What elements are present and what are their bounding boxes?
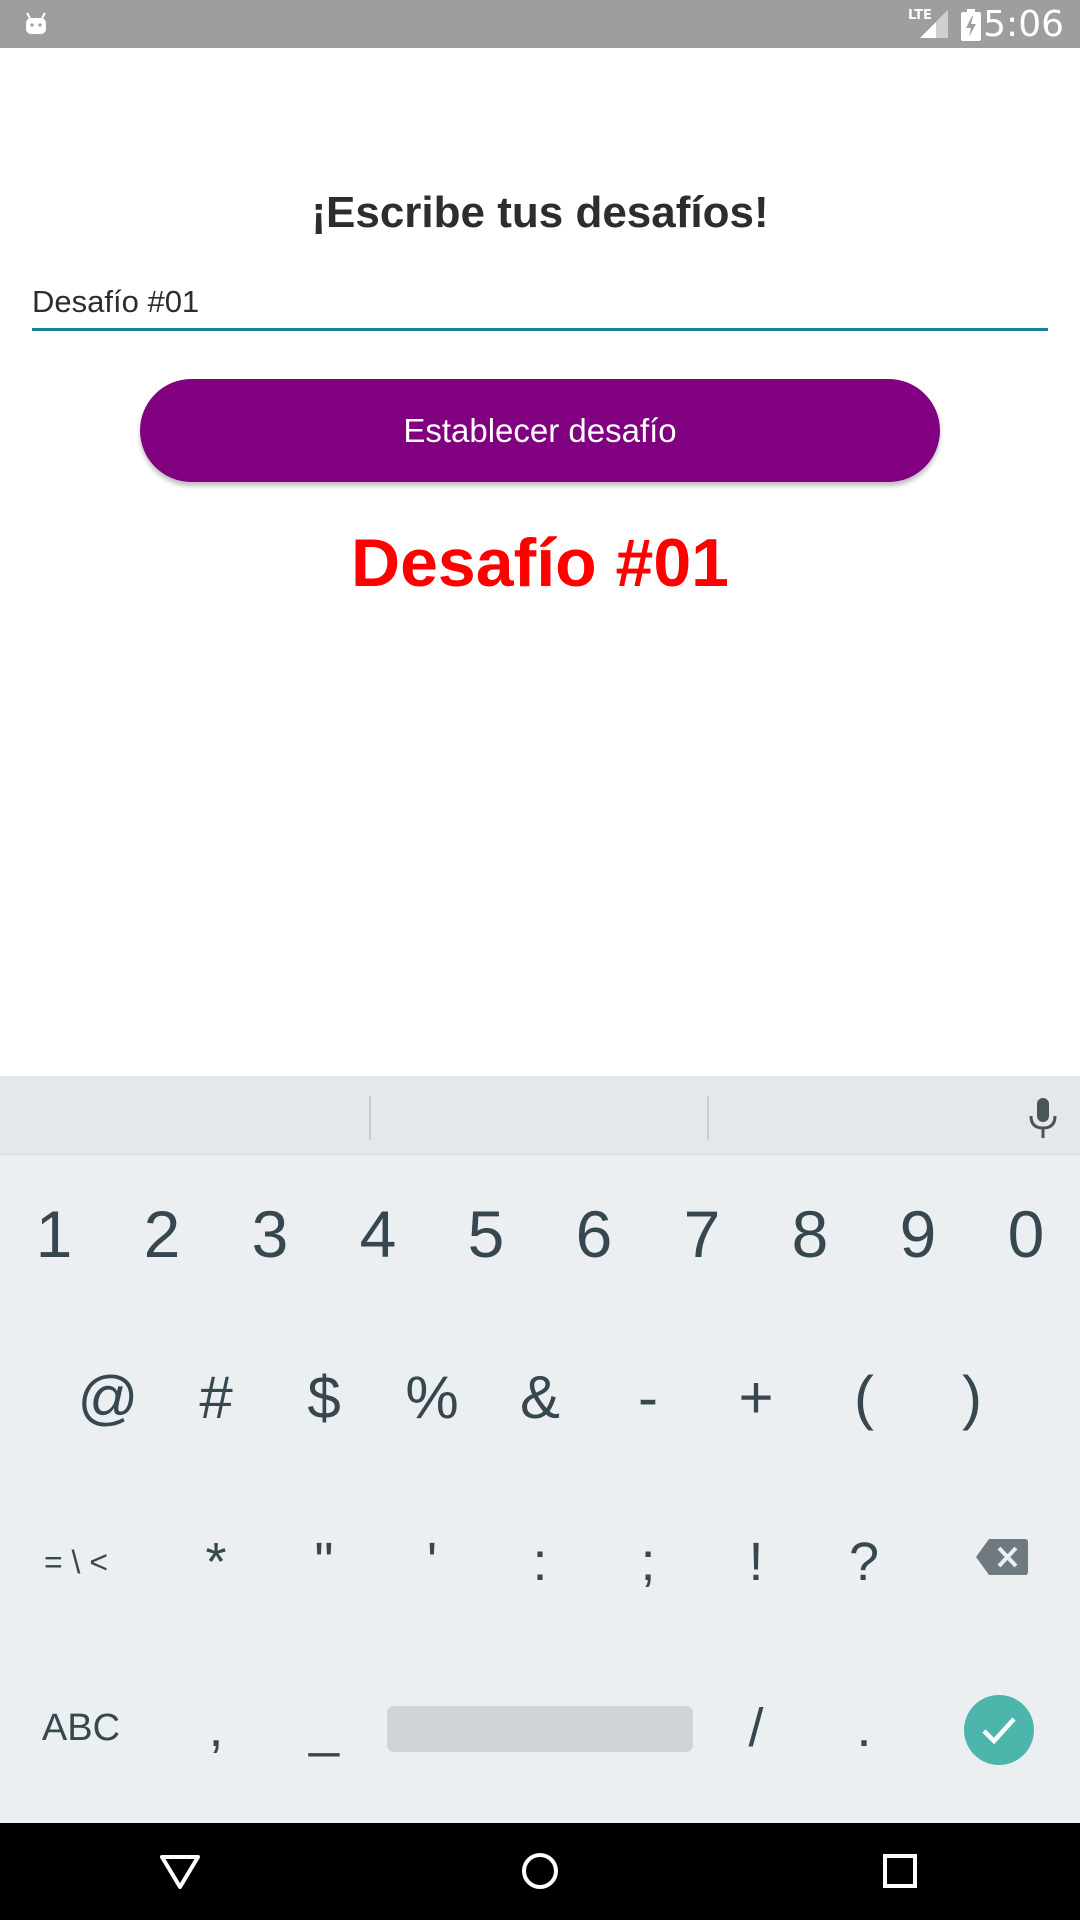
key-plus[interactable]: + bbox=[702, 1358, 810, 1438]
backspace-icon[interactable] bbox=[975, 1537, 1029, 1577]
key-4[interactable]: 4 bbox=[324, 1194, 432, 1274]
key-underscore[interactable]: _ bbox=[270, 1688, 378, 1768]
key-5[interactable]: 5 bbox=[432, 1194, 540, 1274]
key-minus[interactable]: - bbox=[594, 1358, 702, 1438]
challenge-display: Desafío #01 bbox=[351, 525, 729, 601]
set-challenge-button[interactable]: Establecer desafío bbox=[140, 379, 940, 482]
enter-check-icon bbox=[982, 1717, 1016, 1745]
status-time: 5:06 bbox=[983, 4, 1064, 45]
network-type: LTE bbox=[908, 8, 932, 23]
enter-key[interactable] bbox=[964, 1695, 1034, 1765]
page-title: ¡Escribe tus desafíos! bbox=[311, 188, 769, 237]
key-ampersand[interactable]: & bbox=[486, 1358, 594, 1438]
key-hash[interactable]: # bbox=[162, 1358, 270, 1438]
key-abc[interactable]: ABC bbox=[26, 1688, 136, 1768]
key-open-paren[interactable]: ( bbox=[810, 1358, 918, 1438]
key-6[interactable]: 6 bbox=[540, 1194, 648, 1274]
key-1[interactable]: 1 bbox=[0, 1194, 108, 1274]
key-slash[interactable]: / bbox=[702, 1688, 810, 1768]
recents-icon[interactable] bbox=[882, 1853, 918, 1889]
battery-charging-icon bbox=[961, 9, 981, 41]
status-bar: LTE 5:06 bbox=[0, 0, 1080, 48]
android-icon bbox=[26, 12, 46, 34]
key-single-quote[interactable]: ' bbox=[378, 1522, 486, 1602]
key-7[interactable]: 7 bbox=[648, 1194, 756, 1274]
key-2[interactable]: 2 bbox=[108, 1194, 216, 1274]
key-percent[interactable]: % bbox=[378, 1358, 486, 1438]
key-dollar[interactable]: $ bbox=[270, 1358, 378, 1438]
key-colon[interactable]: : bbox=[486, 1522, 594, 1602]
back-icon[interactable] bbox=[158, 1849, 202, 1893]
key-at[interactable]: @ bbox=[54, 1358, 162, 1438]
suggestion-strip bbox=[0, 1076, 1080, 1155]
key-semicolon[interactable]: ; bbox=[594, 1522, 702, 1602]
key-comma[interactable]: , bbox=[162, 1688, 270, 1768]
key-period[interactable]: . bbox=[810, 1688, 918, 1768]
suggestion-divider bbox=[369, 1096, 371, 1140]
key-9[interactable]: 9 bbox=[864, 1194, 972, 1274]
keyboard: 1 2 3 4 5 6 7 8 9 0 @ # $ % & - + ( ) = … bbox=[0, 1076, 1080, 1823]
key-8[interactable]: 8 bbox=[756, 1194, 864, 1274]
key-3[interactable]: 3 bbox=[216, 1194, 324, 1274]
home-icon[interactable] bbox=[520, 1849, 560, 1893]
key-more-symbols[interactable]: = \ < bbox=[22, 1522, 130, 1602]
challenge-input[interactable] bbox=[32, 276, 1048, 331]
suggestion-divider bbox=[707, 1096, 709, 1140]
mic-icon[interactable] bbox=[1027, 1096, 1059, 1140]
key-double-quote[interactable]: " bbox=[270, 1522, 378, 1602]
key-question[interactable]: ? bbox=[810, 1522, 918, 1602]
key-asterisk[interactable]: * bbox=[162, 1522, 270, 1602]
space-key[interactable] bbox=[387, 1706, 693, 1752]
key-close-paren[interactable]: ) bbox=[918, 1358, 1026, 1438]
navigation-bar bbox=[0, 1823, 1080, 1920]
key-0[interactable]: 0 bbox=[972, 1194, 1080, 1274]
key-exclamation[interactable]: ! bbox=[702, 1522, 810, 1602]
